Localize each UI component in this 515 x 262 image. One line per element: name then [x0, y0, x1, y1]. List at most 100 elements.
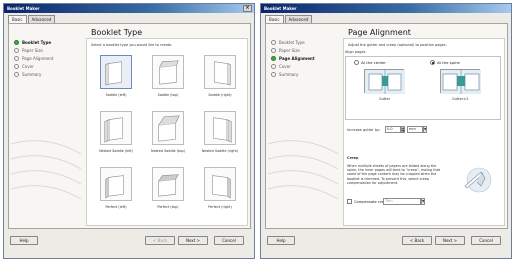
radio-at-spine[interactable]: At the spine [430, 60, 460, 65]
nav-item-page-alignment[interactable]: Page Alignment [14, 54, 76, 62]
booklet-thumbnail-icon [204, 167, 236, 201]
radio-label: At the spine [437, 60, 460, 65]
nav-item-cover[interactable]: Cover [271, 62, 333, 70]
help-button[interactable]: Help [267, 236, 295, 245]
gutter-spine-label: Gutter×2 [452, 97, 469, 101]
increase-gutter-label: Increase gutter by: [347, 128, 381, 132]
step-dot-icon [271, 71, 276, 77]
center-alignment-preview [364, 69, 405, 94]
window-title: Booklet Maker [7, 6, 40, 11]
next-button[interactable]: Next > [435, 236, 465, 245]
option-perfect-top[interactable]: Perfect (top) [143, 165, 193, 219]
step-nav: Booklet Type Paper Size Page Alignment C… [271, 38, 333, 78]
radio-at-center[interactable]: At the center [354, 60, 386, 65]
nav-label: Paper Size [279, 47, 300, 53]
nav-item-paper-size[interactable]: Paper Size [271, 46, 333, 54]
option-nested-saddle-left[interactable]: Nested Saddle (left) [91, 109, 141, 163]
radio-icon [430, 60, 435, 65]
nav-item-summary[interactable]: Summary [271, 70, 333, 78]
nav-item-booklet-type[interactable]: Booklet Type [271, 38, 333, 46]
page-title: Booklet Type [91, 28, 143, 37]
tab-strip: Basic Advanced [265, 15, 313, 24]
option-label: Saddle (left) [105, 93, 127, 97]
nav-item-paper-size[interactable]: Paper Size [14, 46, 76, 54]
close-button[interactable]: × [243, 5, 252, 12]
nav-item-booklet-type[interactable]: Booklet Type [14, 38, 76, 46]
align-pages-label: Align pages [345, 50, 366, 54]
booklet-thumbnail-icon [204, 111, 236, 145]
tab-advanced[interactable]: Advanced [284, 15, 313, 23]
step-dot-icon [271, 47, 276, 53]
option-nested-saddle-right[interactable]: Nested Saddle (right) [195, 109, 245, 163]
creep-dropdown-arrow-icon[interactable]: ▼ [421, 198, 425, 205]
step-dot-icon [14, 55, 19, 61]
option-perfect-right[interactable]: Perfect (right) [195, 165, 245, 219]
radio-icon [354, 60, 359, 65]
main-panel: Booklet Type Booklet Type Paper Size Pag… [8, 23, 251, 229]
nav-label: Booklet Type [22, 39, 52, 45]
creep-amount-select[interactable]: Thin [383, 198, 421, 205]
back-button[interactable]: < Back [145, 236, 175, 245]
step-dot-icon [271, 55, 276, 61]
step-dot-icon [14, 39, 19, 45]
nav-label: Paper Size [22, 47, 43, 53]
tab-advanced[interactable]: Advanced [27, 15, 56, 23]
gutter-label: Gutter [379, 97, 391, 101]
window-title: Booklet Maker [264, 6, 297, 11]
tab-strip: Basic Advanced [8, 15, 56, 24]
nav-label: Summary [279, 71, 299, 77]
step-dot-icon [271, 39, 276, 45]
radio-label: At the center [361, 60, 386, 65]
step-dot-icon [271, 63, 276, 69]
option-saddle-right[interactable]: Saddle (right) [195, 53, 245, 107]
step-dot-icon [14, 71, 19, 77]
nav-label: Cover [279, 63, 291, 69]
booklet-thumbnail-icon [100, 55, 132, 89]
gutter-value-field[interactable]: 0.0 [385, 126, 401, 133]
nav-label: Cover [22, 63, 34, 69]
option-label: Nested Saddle (left) [99, 149, 133, 153]
step-nav: Booklet Type Paper Size Page Alignment C… [14, 38, 76, 78]
option-label: Nested Saddle (right) [201, 149, 239, 153]
booklet-thumbnail-icon [152, 55, 184, 89]
align-pages-group: At the center At the spine Gutter Gutter… [345, 56, 501, 120]
nav-label: Booklet Type [279, 39, 305, 45]
title-bar: Booklet Maker [261, 4, 511, 13]
help-button[interactable]: Help [10, 236, 38, 245]
option-label: Perfect (right) [208, 205, 232, 209]
booklet-creep-illustration [464, 167, 492, 193]
option-saddle-top[interactable]: Saddle (top) [143, 53, 193, 107]
nav-item-summary[interactable]: Summary [14, 70, 76, 78]
booklet-thumbnail-icon [152, 167, 184, 201]
decorative-swoosh-graphic [11, 140, 81, 200]
cancel-button[interactable]: Cancel [214, 236, 244, 245]
option-label: Perfect (top) [157, 205, 179, 209]
booklet-thumbnail-icon [100, 167, 132, 201]
spine-alignment-preview [440, 69, 481, 94]
step-dot-icon [14, 63, 19, 69]
option-label: Perfect (left) [105, 205, 127, 209]
booklet-type-content: Select a booklet type you would like to … [86, 38, 248, 226]
instruction-text: Select a booklet type you would like to … [91, 43, 173, 47]
option-perfect-left[interactable]: Perfect (left) [91, 165, 141, 219]
page-title: Page Alignment [348, 28, 411, 37]
nav-item-cover[interactable]: Cover [14, 62, 76, 70]
unit-dropdown-arrow-icon[interactable]: ▼ [423, 126, 427, 133]
title-bar: Booklet Maker × [4, 4, 254, 13]
booklet-thumbnail-icon [152, 111, 184, 145]
gutter-spinner[interactable]: ▲ ▼ [401, 126, 405, 133]
gutter-unit-select[interactable]: mm [407, 126, 423, 133]
option-nested-saddle-top[interactable]: Nested Saddle (top) [143, 109, 193, 163]
next-button[interactable]: Next > [178, 236, 208, 245]
option-label: Saddle (top) [157, 93, 179, 97]
checkbox-icon [347, 199, 352, 204]
option-label: Nested Saddle (top) [151, 149, 185, 153]
nav-label: Page Alignment [279, 55, 315, 61]
option-saddle-left[interactable]: Saddle (left) [91, 53, 141, 107]
cancel-button[interactable]: Cancel [471, 236, 501, 245]
nav-label: Summary [22, 71, 42, 77]
back-button[interactable]: < Back [402, 236, 432, 245]
nav-item-page-alignment[interactable]: Page Alignment [271, 54, 333, 62]
creep-label: Creep [347, 156, 359, 160]
decorative-swoosh-graphic [268, 140, 338, 200]
